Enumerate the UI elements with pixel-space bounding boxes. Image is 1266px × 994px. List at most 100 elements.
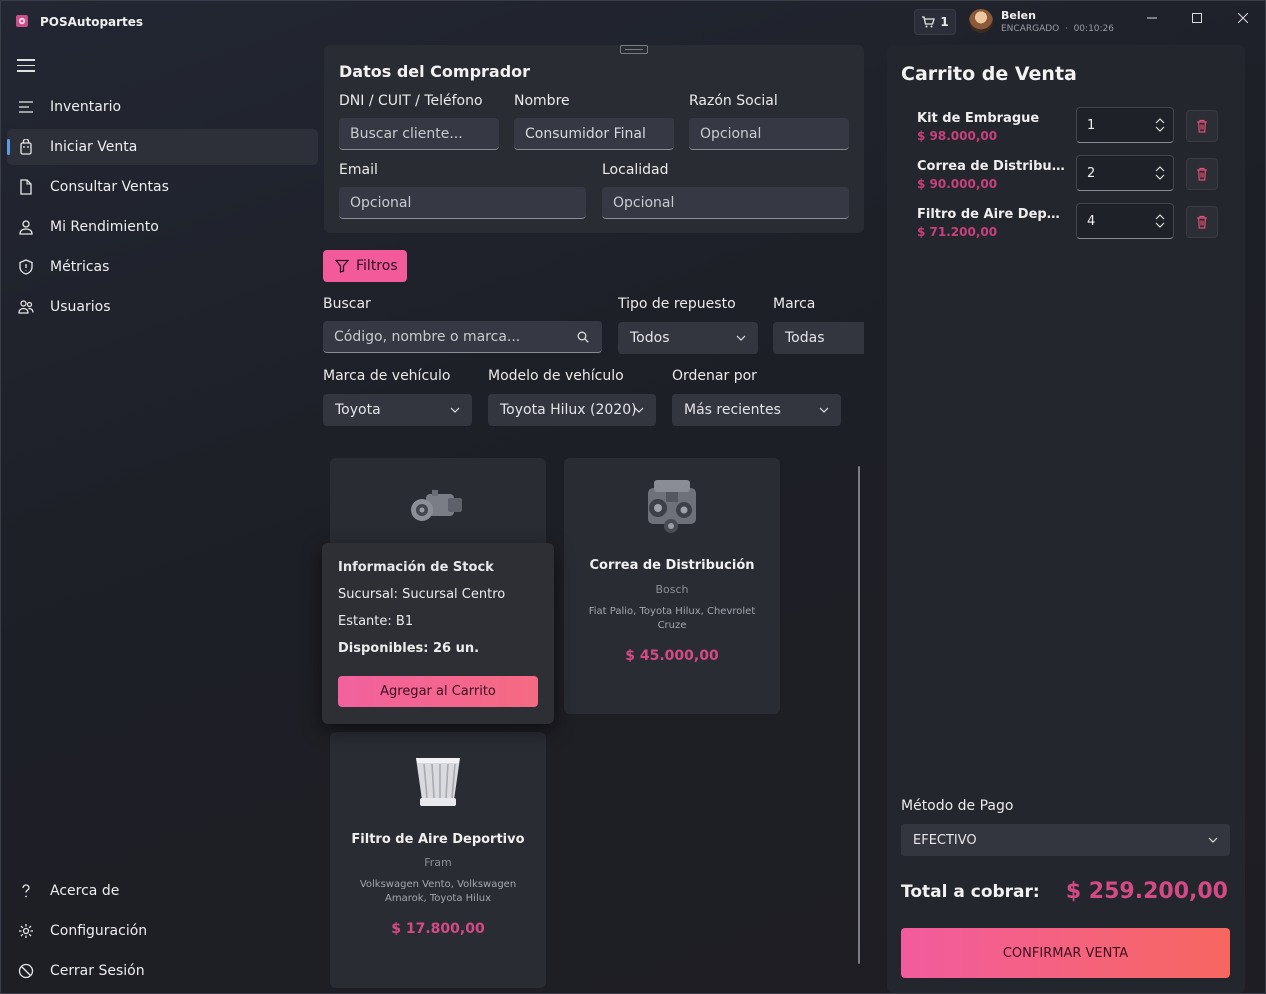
total-value: $ 259.200,00 <box>1065 879 1228 904</box>
stock-info-popup: Información de Stock Sucursal: Sucursal … <box>322 543 554 724</box>
cart-item: Correa de Distribución $ 90.000,00 2 <box>917 155 1237 201</box>
product-price: $ 17.800,00 <box>391 921 485 937</box>
user-role: ENCARGADO · 00:10:26 <box>1001 24 1114 34</box>
buscar-label: Buscar <box>323 296 371 312</box>
app-title: POSAutopartes <box>40 15 144 29</box>
list-icon <box>19 101 33 113</box>
localidad-label: Localidad <box>602 162 669 178</box>
product-name: Filtro de Aire Deportivo <box>351 832 525 847</box>
tipo-repuesto-select[interactable]: Todos <box>618 322 758 354</box>
question-icon <box>22 884 30 898</box>
marca-label: Marca <box>773 296 816 312</box>
quantity-stepper[interactable]: 1 <box>1076 107 1174 143</box>
minimize-icon <box>1147 17 1157 19</box>
document-icon <box>20 179 32 195</box>
app-window: POSAutopartes 1 Belen ENCARGADO · 00:10:… <box>0 0 1266 994</box>
sidebar-item-iniciar-venta[interactable]: Iniciar Venta <box>7 129 318 165</box>
product-card-correa-distribucion[interactable]: Correa de Distribución Bosch Fiat Palio,… <box>564 458 780 714</box>
minimize-button[interactable] <box>1137 7 1167 29</box>
gear-icon <box>19 924 33 938</box>
chevron-down-icon <box>819 407 829 413</box>
marca-vehiculo-label: Marca de vehículo <box>323 368 451 384</box>
sidebar-item-acerca-de[interactable]: Acerca de <box>7 873 318 909</box>
quantity-stepper[interactable]: 4 <box>1076 203 1174 239</box>
confirm-sale-button[interactable]: CONFIRMAR VENTA <box>901 928 1230 978</box>
spinner-arrows-icon[interactable] <box>1155 117 1165 133</box>
user-name: Belen <box>1001 9 1036 22</box>
sidebar-item-inventario[interactable]: Inventario <box>7 89 318 125</box>
sidebar-item-metricas[interactable]: Métricas <box>7 249 318 285</box>
cart-item-price: $ 98.000,00 <box>917 129 998 143</box>
session-time: 00:10:26 <box>1073 24 1114 34</box>
modelo-label: Modelo de vehículo <box>488 368 624 384</box>
filters-button-label: Filtros <box>356 258 398 274</box>
email-field[interactable]: Opcional <box>339 187 586 219</box>
air-filter-image <box>416 758 460 806</box>
orden-label: Ordenar por <box>672 368 757 384</box>
shield-icon <box>19 259 33 275</box>
product-compat: Fiat Palio, Toyota Hilux, Chevrolet Cruz… <box>588 606 756 631</box>
search-icon[interactable] <box>577 331 589 343</box>
close-window-button[interactable] <box>1228 7 1258 29</box>
ordenar-por-select[interactable]: Más recientes <box>672 394 841 426</box>
modelo-vehiculo-select[interactable]: Toyota Hilux (2020) <box>488 394 656 426</box>
filter-icon <box>335 259 349 273</box>
remove-item-button[interactable] <box>1186 110 1218 142</box>
email-label: Email <box>339 162 378 178</box>
maximize-button[interactable] <box>1182 7 1212 29</box>
app-logo-icon <box>16 15 28 27</box>
trash-icon <box>1197 167 1207 181</box>
product-name: Correa de Distribución <box>589 558 755 573</box>
chevron-down-icon <box>450 407 460 413</box>
chevron-down-icon <box>736 335 746 341</box>
buyer-title: Datos del Comprador <box>339 62 531 81</box>
stock-sucursal: Sucursal: Sucursal Centro <box>338 587 506 602</box>
header-cart-button[interactable]: 1 <box>914 9 956 35</box>
stock-popup-title: Información de Stock <box>338 560 494 575</box>
dni-search-input[interactable]: Buscar cliente... <box>339 118 499 150</box>
engine-part-image <box>648 480 696 533</box>
clutch-kit-image <box>411 490 462 521</box>
sidebar-item-mi-rendimiento[interactable]: Mi Rendimiento <box>7 209 318 245</box>
person-icon <box>19 220 33 235</box>
add-to-cart-button[interactable]: Agregar al Carrito <box>338 676 538 707</box>
product-price: $ 45.000,00 <box>625 648 719 664</box>
marca-select[interactable]: Todas <box>773 322 864 354</box>
sidebar-item-usuarios[interactable]: Usuarios <box>7 289 318 325</box>
remove-item-button[interactable] <box>1186 158 1218 190</box>
sidebar-item-configuracion[interactable]: Configuración <box>7 913 318 949</box>
cart-count: 1 <box>940 15 949 29</box>
razon-social-field[interactable]: Opcional <box>689 118 849 150</box>
payment-method-label: Método de Pago <box>901 798 1014 814</box>
hamburger-menu-icon[interactable] <box>17 59 35 73</box>
stock-disponibles: Disponibles: 26 un. <box>338 641 480 656</box>
sidebar-item-cerrar-sesion[interactable]: Cerrar Sesión <box>7 953 318 989</box>
cart-item-name: Filtro de Aire Deportivo <box>917 207 1067 222</box>
sidebar-item-label: Mi Rendimiento <box>50 219 159 235</box>
nombre-label: Nombre <box>514 93 570 109</box>
quantity-stepper[interactable]: 2 <box>1076 155 1174 191</box>
localidad-field[interactable]: Opcional <box>602 187 849 219</box>
avatar[interactable] <box>969 9 993 33</box>
spinner-arrows-icon[interactable] <box>1155 213 1165 229</box>
users-icon <box>18 300 34 314</box>
drag-handle[interactable] <box>620 45 648 54</box>
nombre-field[interactable]: Consumidor Final <box>514 118 674 150</box>
sidebar-item-consultar-ventas[interactable]: Consultar Ventas <box>7 169 318 205</box>
trash-icon <box>1197 119 1207 133</box>
product-card-kit-embrague[interactable] <box>330 458 546 548</box>
bag-icon <box>20 139 32 155</box>
cart-item-price: $ 71.200,00 <box>917 225 998 239</box>
product-search-input[interactable]: Código, nombre o marca... <box>323 321 602 353</box>
razon-label: Razón Social <box>689 93 778 109</box>
logout-icon <box>18 963 34 979</box>
payment-method-select[interactable]: EFECTIVO <box>901 824 1230 856</box>
marca-vehiculo-select[interactable]: Toyota <box>323 394 472 426</box>
sidebar-item-label: Consultar Ventas <box>50 179 169 195</box>
products-scrollbar[interactable] <box>858 466 860 964</box>
product-card-filtro-aire[interactable]: Filtro de Aire Deportivo Fram Volkswagen… <box>330 732 546 988</box>
spinner-arrows-icon[interactable] <box>1155 165 1165 181</box>
filters-button[interactable]: Filtros <box>323 250 407 282</box>
cart-item: Filtro de Aire Deportivo $ 71.200,00 4 <box>917 203 1237 249</box>
remove-item-button[interactable] <box>1186 206 1218 238</box>
